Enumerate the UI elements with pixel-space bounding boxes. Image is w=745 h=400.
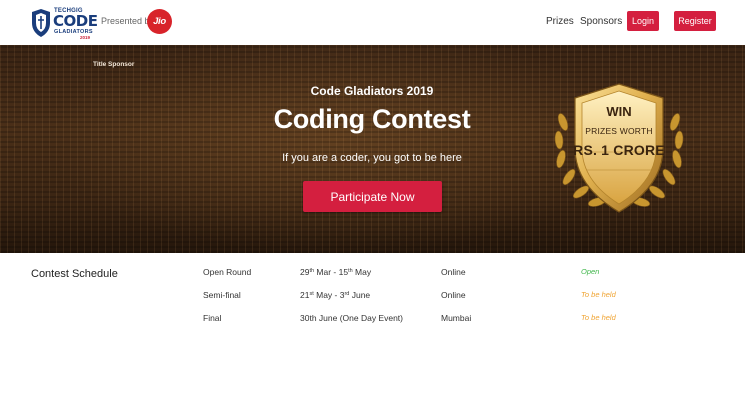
- schedule-dates: 30th June (One Day Event): [300, 313, 404, 323]
- site-header: TECHGIG CODE GLADIATORS 2019 Presented b…: [0, 0, 745, 45]
- logo-year: 2019: [80, 35, 91, 40]
- logo-wordmark: CODE: [53, 12, 98, 30]
- hero-banner: Title Sponsor Code Gladiators 2019 Codin…: [0, 45, 745, 253]
- code-gladiators-shield-icon: [32, 9, 50, 37]
- badge-line-prizes-worth: PRIZES WORTH: [585, 126, 653, 136]
- status-badge: To be held: [581, 290, 616, 299]
- contest-schedule-section: Contest Schedule Open Round 29th Mar - 1…: [0, 253, 745, 400]
- schedule-dates: 29th Mar - 15th May: [300, 267, 371, 277]
- jio-logo-text: Jio: [153, 16, 166, 27]
- end-month: June: [349, 290, 371, 300]
- schedule-round: Final: [203, 313, 222, 323]
- jio-logo[interactable]: Jio: [147, 9, 172, 34]
- schedule-venue: Online: [441, 267, 466, 277]
- code-gladiators-logo[interactable]: TECHGIG CODE GLADIATORS 2019: [30, 8, 98, 40]
- schedule-round: Open Round: [203, 267, 252, 277]
- title-sponsor-label: Title Sponsor: [93, 61, 135, 68]
- schedule-round: Semi-final: [203, 290, 241, 300]
- end-day: 15: [338, 267, 349, 277]
- register-button[interactable]: Register: [674, 11, 716, 31]
- hero-tagline: If you are a coder, you got to be here: [282, 152, 462, 164]
- badge-line-amount: RS. 1 CRORE: [573, 142, 665, 158]
- badge-line-win: WIN: [606, 104, 632, 119]
- login-button[interactable]: Login: [627, 11, 659, 31]
- schedule-row-semi-final: Semi-final 21st May - 3rd June Online To…: [0, 290, 745, 304]
- status-badge: Open: [581, 267, 600, 276]
- end-month: May: [352, 267, 372, 277]
- participate-now-button[interactable]: Participate Now: [303, 181, 442, 212]
- prize-badge: WIN PRIZES WORTH RS. 1 CRORE: [549, 82, 689, 217]
- schedule-venue: Online: [441, 290, 466, 300]
- schedule-row-open-round: Open Round 29th Mar - 15th May Online Op…: [0, 267, 745, 281]
- nav-prizes-link[interactable]: Prizes: [546, 16, 574, 27]
- start-month: May -: [313, 290, 340, 300]
- status-badge: To be held: [581, 313, 616, 322]
- schedule-row-final: Final 30th June (One Day Event) Mumbai T…: [0, 313, 745, 327]
- schedule-venue: Mumbai: [441, 313, 472, 323]
- schedule-dates: 21st May - 3rd June: [300, 290, 370, 300]
- start-month: Mar -: [314, 267, 339, 277]
- nav-sponsors-link[interactable]: Sponsors: [580, 16, 622, 27]
- hero-title: Coding Contest: [273, 104, 471, 134]
- hero-eyebrow: Code Gladiators 2019: [310, 84, 434, 98]
